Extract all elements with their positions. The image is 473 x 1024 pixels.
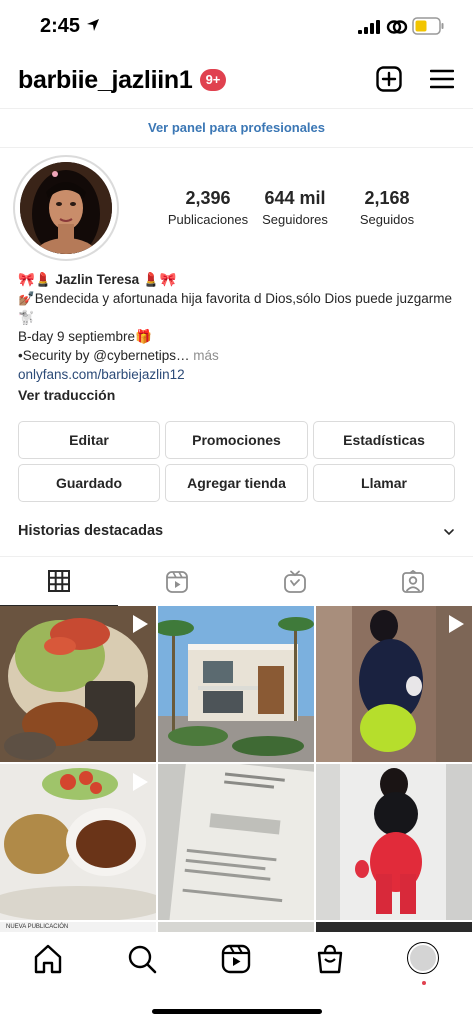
post-thumbnail-3[interactable] (316, 606, 472, 762)
location-arrow-icon (87, 19, 99, 31)
username[interactable]: barbiie_jazliin1 (18, 66, 193, 95)
add-shop-button[interactable]: Agregar tienda (165, 464, 308, 502)
status-bar: 2:45 (0, 0, 473, 52)
story-highlights[interactable]: Historias destacadas (0, 512, 473, 554)
professional-panel-link[interactable]: Ver panel para profesionales (0, 108, 473, 148)
bio-more-link[interactable]: más (193, 348, 219, 363)
post-thumbnail-7[interactable]: NUEVA PUBLICACIÓN (0, 922, 156, 932)
tab-tagged[interactable] (354, 557, 472, 606)
status-time: 2:45 (40, 15, 81, 37)
profile-avatar (20, 162, 112, 254)
posts-stat[interactable]: 2,396 Publicaciones (160, 188, 256, 227)
notification-badge[interactable]: 9+ (200, 69, 226, 91)
profile-bio: 🎀💄 Jazlin Teresa 💄🎀 💅🏽Bendecida y afortu… (18, 270, 458, 405)
igtv-icon (284, 570, 306, 593)
new-post-icon[interactable] (376, 66, 402, 92)
bio-line-2: B-day 9 septiembre🎁 (18, 329, 152, 344)
followers-stat[interactable]: 644 mil Seguidores (254, 188, 336, 227)
bio-line-1: 💅🏽Bendecida y afortunada hija favorita d… (18, 291, 453, 325)
search-icon[interactable] (125, 942, 159, 976)
post-thumbnail-5[interactable] (158, 764, 314, 920)
following-stat[interactable]: 2,168 Seguidos (346, 188, 428, 227)
tab-posts-grid[interactable] (0, 557, 118, 606)
home-icon[interactable] (31, 942, 65, 976)
posts-count: 2,396 (185, 188, 231, 208)
post-thumbnail-1[interactable] (0, 606, 156, 762)
tab-reels[interactable] (118, 557, 236, 606)
highlights-label: Historias destacadas (18, 523, 164, 539)
translate-link[interactable]: Ver traducción (18, 386, 458, 405)
bio-line-3: •Security by @cybernetips… (18, 348, 190, 363)
post-thumbnail-6[interactable] (316, 764, 472, 920)
profile-stats: 2,396 Publicaciones 644 mil Seguidores 2… (160, 188, 460, 234)
tab-igtv[interactable] (236, 557, 354, 606)
avatar-photo (20, 162, 112, 254)
saved-button[interactable]: Guardado (18, 464, 160, 502)
bio-website-link[interactable]: onlyfans.com/barbiejazlin12 (18, 365, 458, 384)
link-icon (386, 20, 408, 34)
profile-header: barbiie_jazliin1 9+ (0, 52, 473, 108)
following-label: Seguidos (359, 212, 415, 227)
cellular-signal-icon (358, 20, 380, 34)
reels-icon (166, 570, 188, 593)
reels-icon[interactable] (219, 942, 253, 976)
chevron-down-icon[interactable] (443, 526, 455, 538)
posts-grid: NUEVA PUBLICACIÓN (0, 606, 473, 932)
battery-icon (412, 17, 444, 35)
call-button[interactable]: Llamar (313, 464, 455, 502)
new-post-caption: NUEVA PUBLICACIÓN (0, 922, 156, 932)
notification-dot (422, 981, 426, 985)
posts-label: Publicaciones (167, 212, 249, 227)
home-indicator[interactable] (152, 1009, 322, 1014)
post-thumbnail-9[interactable] (316, 922, 472, 932)
following-count: 2,168 (364, 188, 410, 208)
profile-tabs (0, 556, 473, 606)
promotions-button[interactable]: Promociones (165, 421, 308, 459)
menu-icon[interactable] (430, 68, 454, 90)
post-image (158, 606, 314, 762)
video-post-icon (133, 773, 148, 791)
post-thumbnail-8[interactable] (158, 922, 314, 932)
grid-icon (48, 570, 70, 592)
shop-icon[interactable] (313, 942, 347, 976)
followers-label: Seguidores (262, 212, 328, 227)
followers-count: 644 mil (264, 188, 326, 208)
post-thumbnail-4[interactable] (0, 764, 156, 920)
post-image (316, 764, 472, 920)
avatar (410, 945, 436, 971)
tagged-icon (402, 569, 424, 593)
post-thumbnail-2[interactable] (158, 606, 314, 762)
profile-avatar-ring[interactable] (13, 155, 119, 261)
post-image (158, 764, 314, 920)
edit-profile-button[interactable]: Editar (18, 421, 160, 459)
display-name: 🎀💄 Jazlin Teresa 💄🎀 (18, 272, 177, 287)
video-post-icon (449, 615, 464, 633)
video-post-icon (133, 615, 148, 633)
statistics-button[interactable]: Estadísticas (313, 421, 455, 459)
profile-avatar-nav[interactable] (407, 942, 439, 974)
